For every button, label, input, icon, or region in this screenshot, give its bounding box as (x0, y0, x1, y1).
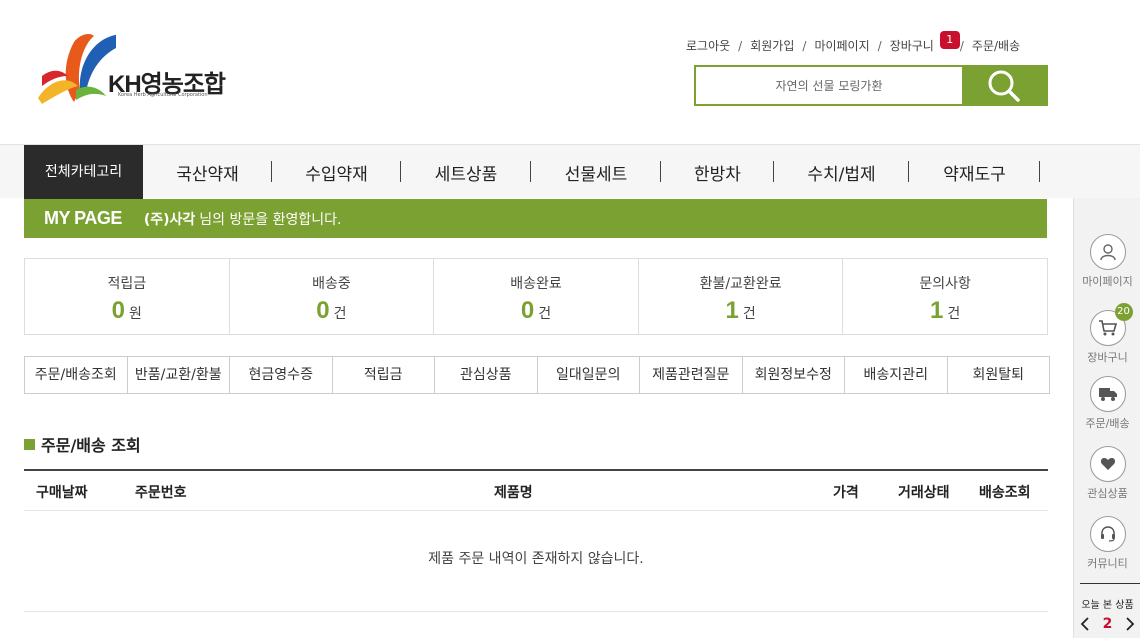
sidebar-label: 관심상품 (1087, 487, 1128, 500)
stat-label: 환불/교환완료 (699, 276, 782, 292)
stat-delivered: 배송완료 0건 (434, 259, 639, 334)
col-status: 거래상태 (898, 485, 950, 501)
top-links: 로그아웃 / 회원가입 / 마이페이지 / 장바구니 1 / 주문/배송 (686, 31, 1020, 54)
stat-value: 0 (111, 297, 126, 324)
nav-item-domestic-herbs[interactable]: 국산약재 (143, 145, 272, 199)
sidebar-wishlist[interactable]: 관심상품 (1074, 446, 1140, 501)
sidebar-label: 주문/배송 (1085, 417, 1130, 430)
cart-link[interactable]: 장바구니 1 (889, 31, 960, 54)
cart-link-label: 장바구니 (889, 39, 934, 53)
quick-sidebar: 마이페이지 20 장바구니 주문/배송 관심상품 커뮤니티 오늘 본 상품 2 (1073, 198, 1140, 638)
separator: / (738, 38, 743, 53)
nav-item-processing[interactable]: 수치/법제 (774, 145, 909, 199)
col-date: 구매날짜 (36, 485, 88, 501)
tab-product-questions[interactable]: 제품관련질문 (640, 357, 743, 393)
sidebar-cart[interactable]: 20 장바구니 (1074, 303, 1140, 365)
tab-returns[interactable]: 반품/교환/환불 (128, 357, 230, 393)
sidebar-community[interactable]: 커뮤니티 (1074, 516, 1140, 571)
brand-subtitle: Korea Herb Agricultural Corporation (118, 92, 208, 98)
mypage-tabs: 주문/배송조회 반품/교환/환불 현금영수증 적립금 관심상품 일대일문의 제품… (24, 356, 1050, 394)
separator: / (959, 38, 964, 53)
stat-unit: 건 (333, 306, 347, 322)
cart-count-badge: 1 (939, 31, 960, 49)
col-tracking: 배송조회 (979, 485, 1031, 501)
stat-value: 0 (520, 297, 535, 324)
search-input[interactable] (696, 67, 962, 104)
recent-page-number: 2 (1102, 616, 1113, 632)
headset-icon (1100, 526, 1115, 542)
nav-item-gift-sets[interactable]: 선물세트 (531, 145, 661, 199)
recent-products-title: 오늘 본 상품 (1081, 600, 1134, 611)
stat-value: 0 (316, 297, 330, 324)
mypage-banner: MY PAGE (주)사각 님의 방문을 환영합니다. (24, 199, 1047, 238)
stat-label: 문의사항 (919, 276, 971, 292)
orders-link[interactable]: 주문/배송 (972, 37, 1020, 54)
nav-item-set-products[interactable]: 세트상품 (401, 145, 531, 199)
stat-value: 1 (725, 297, 739, 324)
tab-edit-profile[interactable]: 회원정보수정 (743, 357, 845, 393)
section-title: 주문/배송 조회 (41, 436, 141, 455)
sidebar-label: 마이페이지 (1082, 275, 1133, 288)
heart-icon (1100, 458, 1115, 470)
stat-points: 적립금 0원 (25, 259, 230, 334)
tab-addresses[interactable]: 배송지관리 (845, 357, 948, 393)
search-icon (988, 70, 1020, 102)
separator: / (802, 38, 807, 53)
chevron-right-icon[interactable] (1125, 616, 1135, 632)
truck-icon (1098, 388, 1117, 401)
section-bullet-icon (24, 438, 35, 450)
stat-unit: 건 (742, 306, 756, 322)
logo-emblem-icon (38, 34, 116, 104)
stat-shipping: 배송중 0건 (230, 259, 435, 334)
stat-unit: 건 (538, 306, 552, 322)
tab-withdraw[interactable]: 회원탈퇴 (948, 357, 1050, 393)
tab-one-on-one[interactable]: 일대일문의 (538, 357, 640, 393)
col-product: 제품명 (494, 485, 533, 501)
empty-message: 제품 주문 내역이 존재하지 않습니다. (24, 511, 1048, 612)
search-box (694, 65, 1048, 106)
stat-inquiries: 문의사항 1건 (843, 259, 1047, 334)
mypage-link[interactable]: 마이페이지 (814, 37, 869, 54)
user-icon (1099, 244, 1116, 261)
recent-products-pager: 2 (1074, 616, 1140, 632)
sidebar-label: 커뮤니티 (1087, 557, 1128, 570)
join-link[interactable]: 회원가입 (750, 37, 794, 54)
brand-logo[interactable]: KH영농조합 Korea Herb Agricultural Corporati… (36, 30, 236, 112)
tab-order-tracking[interactable]: 주문/배송조회 (25, 357, 128, 393)
logout-link[interactable]: 로그아웃 (686, 37, 730, 54)
sidebar-label: 장바구니 (1087, 351, 1128, 364)
stat-label: 배송완료 (510, 276, 562, 292)
section-header: 주문/배송 조회 (24, 432, 141, 456)
stat-label: 적립금 (107, 276, 147, 292)
tab-cash-receipt[interactable]: 현금영수증 (230, 357, 333, 393)
separator: / (877, 38, 882, 53)
stat-unit: 원 (129, 306, 142, 322)
sidebar-divider (1080, 583, 1140, 584)
stat-value: 1 (930, 297, 944, 324)
nav-item-herb-tools[interactable]: 약재도구 (909, 145, 1040, 199)
main-nav: 전체카테고리 국산약재 수입약재 세트상품 선물세트 한방차 수치/법제 약재도… (0, 144, 1140, 199)
welcome-text: 님의 방문을 환영합니다. (199, 211, 342, 228)
user-name: (주)사각 (143, 211, 196, 228)
chevron-left-icon[interactable] (1080, 616, 1090, 632)
table-header: 구매날짜 주문번호 제품명 가격 거래상태 배송조회 (24, 471, 1048, 511)
stat-refund-exchange: 환불/교환완료 1건 (639, 259, 844, 334)
cart-icon (1098, 320, 1117, 336)
col-order-no: 주문번호 (135, 485, 187, 501)
all-categories-button[interactable]: 전체카테고리 (24, 145, 143, 199)
sidebar-cart-count: 20 (1114, 303, 1133, 321)
stat-unit: 건 (947, 306, 961, 322)
col-price: 가격 (833, 485, 859, 501)
mypage-title: MY PAGE (44, 208, 122, 228)
orders-table: 구매날짜 주문번호 제품명 가격 거래상태 배송조회 제품 주문 내역이 존재하… (24, 469, 1048, 612)
tab-points[interactable]: 적립금 (333, 357, 435, 393)
sidebar-mypage[interactable]: 마이페이지 (1074, 234, 1140, 289)
nav-item-imported-herbs[interactable]: 수입약재 (272, 145, 401, 199)
stat-label: 배송중 (312, 276, 351, 292)
sidebar-orders[interactable]: 주문/배송 (1074, 376, 1140, 431)
nav-item-herbal-tea[interactable]: 한방차 (661, 145, 774, 199)
search-button[interactable] (962, 67, 1046, 104)
account-summary: 적립금 0원 배송중 0건 배송완료 0건 환불/교환완료 1건 문의사항 1건 (24, 258, 1048, 335)
tab-wishlist[interactable]: 관심상품 (435, 357, 538, 393)
